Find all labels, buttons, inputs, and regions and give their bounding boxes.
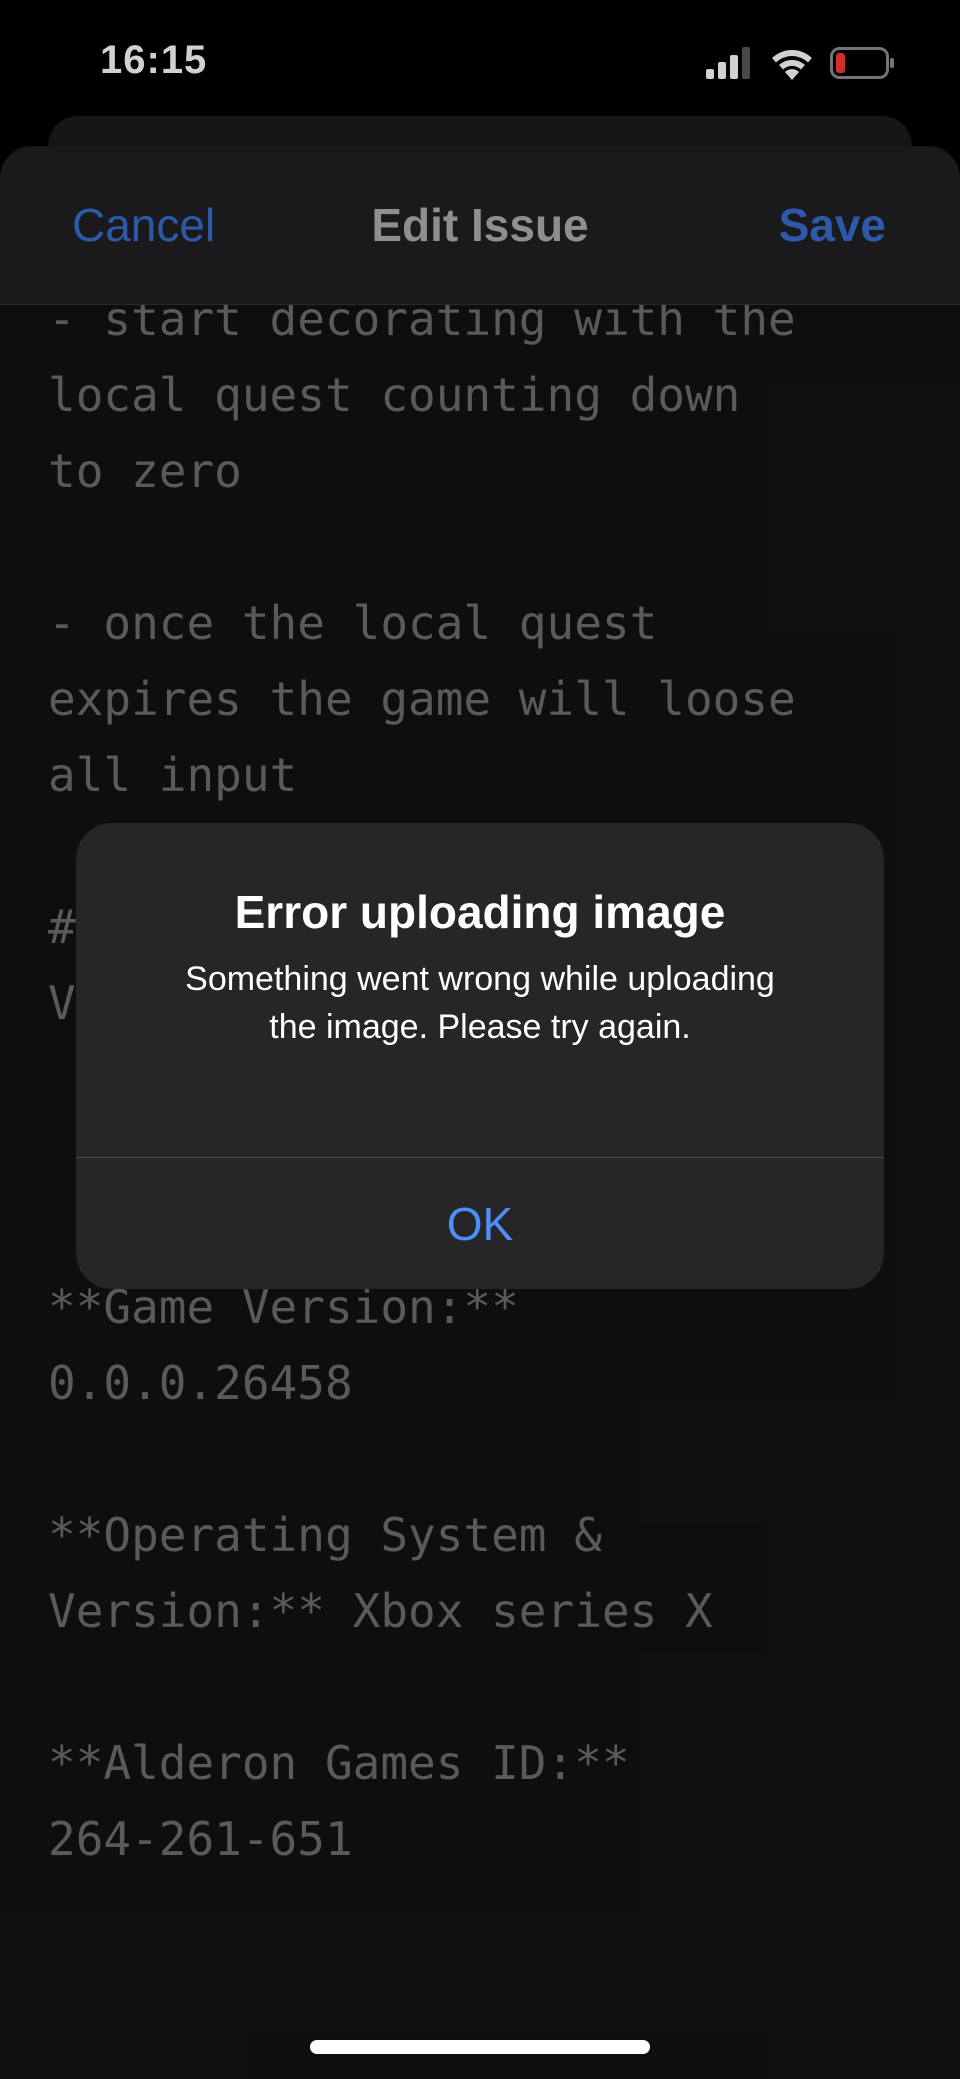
ok-button[interactable]: OK: [76, 1158, 884, 1289]
navigation-bar: Cancel Edit Issue Save: [0, 146, 960, 305]
error-alert-dialog: Error uploading image Something went wro…: [76, 823, 884, 1289]
alert-message: Something went wrong while uploading the…: [185, 960, 775, 1046]
home-indicator[interactable]: [310, 2040, 650, 2054]
cancel-button[interactable]: Cancel: [72, 198, 215, 252]
save-button[interactable]: Save: [779, 198, 886, 252]
alert-title: Error uploading image: [234, 886, 726, 938]
